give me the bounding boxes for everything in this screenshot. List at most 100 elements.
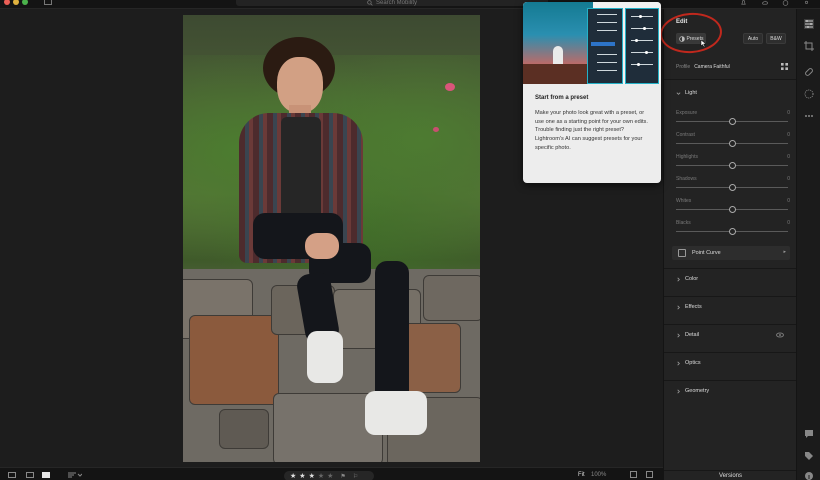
info-icon[interactable] [804, 471, 814, 480]
tooltip-body: Make your photo look great with a preset… [535, 110, 648, 151]
divider [664, 324, 797, 325]
slider-handle[interactable] [728, 162, 736, 169]
slider-shadows[interactable]: Shadows 0 [676, 176, 790, 194]
color-section-header[interactable]: Color [676, 274, 698, 284]
auto-button[interactable]: Auto [743, 33, 763, 44]
chevron-down-icon [676, 91, 681, 95]
healing-icon[interactable] [804, 67, 814, 77]
slider-value[interactable]: 0 [787, 176, 790, 182]
profile-selector[interactable]: Profile Camera Faithful [676, 63, 788, 71]
slider-value[interactable]: 0 [787, 110, 790, 116]
slider-label: Shadows [676, 176, 697, 182]
visibility-eye-icon[interactable] [776, 332, 784, 338]
slider-label: Highlights [676, 154, 698, 160]
caret-icon: ▸ [783, 249, 786, 255]
zoom-level[interactable]: 100% [591, 472, 606, 478]
bell-icon[interactable] [740, 0, 747, 6]
slider-value[interactable]: 0 [787, 154, 790, 160]
pick-flag-icon[interactable]: ⚑ [340, 473, 345, 480]
tag-icon[interactable] [804, 451, 814, 461]
detail-view-icon[interactable] [42, 472, 50, 478]
crop-icon[interactable] [804, 41, 814, 51]
profile-label: Profile [676, 64, 691, 70]
slider-handle[interactable] [728, 228, 736, 235]
star-icon[interactable]: ★ [290, 472, 296, 480]
masking-icon[interactable] [804, 89, 814, 99]
fit-button[interactable]: Fit [578, 472, 585, 478]
star-icon[interactable]: ★ [309, 472, 315, 480]
optics-section-header[interactable]: Optics [676, 358, 701, 368]
annotation-circle [658, 10, 724, 56]
star-icon[interactable]: ★ [327, 472, 333, 480]
chevron-right-icon [677, 361, 680, 365]
grid-view-icon[interactable] [8, 472, 16, 478]
auto-label: Auto [747, 35, 759, 42]
star-rating[interactable]: ★ ★ ★ ★ ★ ⚑ ⚐ [284, 471, 374, 480]
light-section-header[interactable]: Light [676, 88, 697, 98]
minimize-window-icon[interactable] [13, 0, 19, 5]
sliders-icon[interactable] [804, 19, 814, 29]
divider [664, 79, 797, 80]
help-icon[interactable] [782, 0, 789, 6]
chevron-right-icon [677, 389, 680, 393]
profile-browser-icon[interactable] [781, 63, 788, 70]
slider-handle[interactable] [728, 118, 736, 125]
divider [664, 352, 797, 353]
compare-icon[interactable] [630, 471, 637, 478]
slider-handle[interactable] [728, 206, 736, 213]
panel-toggle-icon[interactable] [44, 0, 52, 5]
bw-label: B&W [770, 35, 782, 42]
search-icon [367, 0, 373, 6]
tooltip-illustration [523, 2, 661, 84]
account-icon[interactable] [803, 0, 810, 6]
star-icon[interactable]: ★ [299, 472, 305, 480]
light-section-label: Light [685, 90, 697, 96]
before-after-icon[interactable] [646, 471, 653, 478]
slider-label: Blacks [676, 220, 691, 226]
slider-value[interactable]: 0 [787, 220, 790, 226]
geometry-section-header[interactable]: Geometry [676, 386, 709, 396]
more-icon[interactable] [804, 111, 814, 121]
tooltip-title: Start from a preset [535, 95, 589, 101]
slider-whites[interactable]: Whites 0 [676, 198, 790, 216]
pointer-cursor-icon [700, 40, 706, 47]
bw-button[interactable]: B&W [766, 33, 786, 44]
slider-highlights[interactable]: Highlights 0 [676, 154, 790, 172]
search-placeholder: Search Mobility [375, 0, 417, 6]
close-window-icon[interactable] [4, 0, 10, 5]
divider [664, 268, 797, 269]
cloud-sync-icon[interactable] [761, 0, 768, 6]
comment-icon[interactable] [804, 429, 814, 439]
tool-rail [796, 9, 820, 480]
slider-contrast[interactable]: Contrast 0 [676, 132, 790, 150]
slider-handle[interactable] [728, 184, 736, 191]
sort-icon[interactable] [68, 472, 83, 478]
versions-label: Versions [718, 472, 742, 479]
star-icon[interactable]: ★ [318, 472, 324, 480]
point-curve-label: Point Curve [692, 250, 721, 256]
slider-exposure[interactable]: Exposure 0 [676, 110, 790, 128]
curve-icon [678, 249, 686, 257]
portrait-photo[interactable] [183, 15, 480, 462]
title-bar: Search Mobility [0, 0, 820, 9]
effects-section-header[interactable]: Effects [676, 302, 702, 312]
presets-tooltip: Start from a preset Make your photo look… [523, 2, 661, 183]
versions-tab[interactable]: Versions [664, 470, 797, 480]
slider-blacks[interactable]: Blacks 0 [676, 220, 790, 238]
optics-section-label: Optics [685, 360, 701, 366]
slider-value[interactable]: 0 [787, 132, 790, 138]
divider [664, 296, 797, 297]
chevron-right-icon [677, 277, 680, 281]
color-section-label: Color [685, 276, 699, 282]
point-curve-button[interactable]: Point Curve ▸ [672, 246, 790, 260]
slider-handle[interactable] [728, 140, 736, 147]
slider-label: Contrast [676, 132, 695, 138]
detail-section-header[interactable]: Detail [676, 330, 699, 340]
search-input[interactable]: Search Mobility [236, 0, 548, 6]
profile-value[interactable]: Camera Faithful [694, 64, 730, 70]
reject-flag-icon[interactable]: ⚐ [353, 473, 358, 480]
slider-value[interactable]: 0 [787, 198, 790, 204]
zoom-window-icon[interactable] [22, 0, 28, 5]
square-grid-icon[interactable] [26, 472, 34, 478]
geometry-section-label: Geometry [685, 388, 710, 394]
